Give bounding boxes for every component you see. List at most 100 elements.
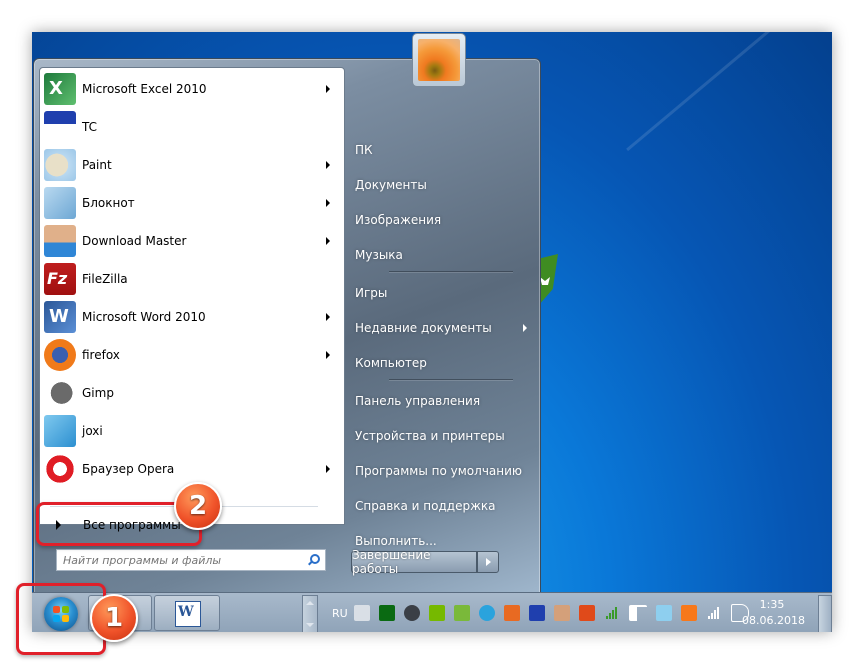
system-tray: RU bbox=[332, 593, 758, 632]
network-icon[interactable] bbox=[706, 605, 722, 621]
places-item-label: ПК bbox=[355, 143, 373, 157]
gimp-icon bbox=[44, 377, 76, 409]
joxi-tray-icon[interactable] bbox=[655, 605, 672, 621]
places-item-label: Игры bbox=[355, 286, 388, 300]
excel-icon: X bbox=[44, 73, 76, 105]
signal-bars-icon[interactable] bbox=[604, 605, 620, 621]
places-item[interactable]: Документы bbox=[355, 173, 531, 197]
places-item-label: Устройства и принтеры bbox=[355, 429, 505, 443]
program-item[interactable]: firefox bbox=[40, 336, 344, 374]
places-item[interactable]: Недавние документы bbox=[355, 316, 531, 340]
places-item[interactable]: Устройства и принтеры bbox=[355, 424, 531, 448]
green-grid-icon[interactable] bbox=[378, 605, 395, 621]
places-item[interactable]: Изображения bbox=[355, 208, 531, 232]
submenu-arrow-icon[interactable] bbox=[326, 351, 330, 359]
program-label: Paint bbox=[82, 158, 112, 172]
shield-check-icon[interactable] bbox=[453, 605, 470, 621]
avast-icon[interactable] bbox=[680, 605, 697, 621]
download-master-icon[interactable] bbox=[553, 605, 570, 621]
program-label: TC bbox=[82, 120, 98, 134]
program-item[interactable]: Блокнот bbox=[40, 184, 344, 222]
places-item-label: Панель управления bbox=[355, 394, 481, 408]
program-label: Microsoft Excel 2010 bbox=[82, 82, 207, 96]
program-label: Браузер Opera bbox=[82, 462, 175, 476]
program-item[interactable]: X Microsoft Excel 2010 bbox=[40, 70, 344, 108]
program-item[interactable]: Download Master bbox=[40, 222, 344, 260]
search-input[interactable] bbox=[57, 552, 307, 568]
program-item[interactable]: joxi bbox=[40, 412, 344, 450]
action-center-flag-icon[interactable] bbox=[628, 605, 647, 621]
show-desktop-button[interactable] bbox=[818, 595, 832, 632]
scroll-up-icon[interactable] bbox=[306, 601, 314, 605]
places-item[interactable]: Компьютер bbox=[355, 351, 531, 375]
places-panel: ПК Документы Изображения Музыка Игры Недавние… bbox=[349, 59, 539, 593]
joxi-icon bbox=[44, 415, 76, 447]
program-item[interactable]: Paint bbox=[40, 146, 344, 184]
program-label: Microsoft Word 2010 bbox=[82, 310, 206, 324]
wallpaper-swoosh bbox=[626, 32, 832, 152]
places-item-label: Компьютер bbox=[355, 356, 427, 370]
clock-date: 08.06.2018 bbox=[742, 614, 805, 627]
search-icon[interactable] bbox=[307, 554, 320, 566]
places-item-label: Изображения bbox=[355, 213, 442, 227]
program-item[interactable]: W Microsoft Word 2010 bbox=[40, 298, 344, 336]
program-label: Блокнот bbox=[82, 196, 135, 210]
program-item[interactable]: Fz FileZilla bbox=[40, 260, 344, 298]
taskbar-button-word[interactable]: W bbox=[154, 595, 220, 631]
places-item[interactable]: Панель управления bbox=[355, 389, 531, 413]
places-item-label: Документы bbox=[355, 178, 427, 192]
step-badge-2: 2 bbox=[174, 482, 222, 530]
scroll-down-icon[interactable] bbox=[306, 623, 314, 627]
submenu-arrow-icon[interactable] bbox=[326, 237, 330, 245]
places-separator bbox=[389, 379, 513, 380]
submenu-arrow-icon[interactable] bbox=[326, 161, 330, 169]
submenu-arrow-icon[interactable] bbox=[326, 199, 330, 207]
program-label: firefox bbox=[82, 348, 120, 362]
floppy-icon[interactable] bbox=[528, 605, 545, 621]
java-icon[interactable] bbox=[503, 605, 520, 621]
opera-icon bbox=[44, 453, 76, 485]
program-label: Download Master bbox=[82, 234, 187, 248]
taskbar-scroll[interactable] bbox=[302, 595, 318, 632]
places-item[interactable]: Справка и поддержка bbox=[355, 494, 531, 518]
filezilla-icon: Fz bbox=[44, 263, 76, 295]
step-badge-1: 1 bbox=[90, 594, 138, 642]
word-icon: W bbox=[175, 601, 201, 627]
keyboard-icon[interactable] bbox=[353, 605, 370, 621]
places-item[interactable]: Игры bbox=[355, 281, 531, 305]
nvidia-icon[interactable] bbox=[428, 605, 445, 621]
places-item-label: Недавние документы bbox=[355, 321, 492, 335]
places-item-label: Выполнить... bbox=[355, 534, 437, 548]
shutdown-button[interactable]: Завершение работы bbox=[351, 548, 477, 576]
places-item[interactable]: Музыка bbox=[355, 243, 531, 267]
flower-photo bbox=[418, 39, 460, 81]
word-icon: W bbox=[44, 301, 76, 333]
places-item[interactable]: Программы по умолчанию bbox=[355, 459, 531, 483]
clock[interactable]: 1:35 08.06.2018 bbox=[742, 597, 805, 629]
language-indicator[interactable]: RU bbox=[332, 607, 348, 620]
program-item[interactable]: TC bbox=[40, 108, 344, 146]
clock-time: 1:35 bbox=[759, 598, 785, 611]
shutdown-options-button[interactable] bbox=[477, 551, 499, 573]
network-share-icon[interactable] bbox=[578, 605, 595, 621]
places-item[interactable]: ПК bbox=[355, 138, 531, 162]
search-box[interactable] bbox=[56, 549, 326, 571]
program-label: Gimp bbox=[82, 386, 114, 400]
download-master-icon bbox=[44, 225, 76, 257]
submenu-arrow-icon[interactable] bbox=[326, 465, 330, 473]
program-label: FileZilla bbox=[82, 272, 128, 286]
telegram-icon[interactable] bbox=[478, 605, 495, 621]
notepad-icon bbox=[44, 187, 76, 219]
submenu-arrow-icon[interactable] bbox=[326, 313, 330, 321]
submenu-arrow-icon[interactable] bbox=[326, 85, 330, 93]
program-label: joxi bbox=[82, 424, 103, 438]
obs-icon[interactable] bbox=[403, 605, 420, 621]
places-item-label: Музыка bbox=[355, 248, 403, 262]
places-separator bbox=[389, 271, 513, 272]
programs-panel: X Microsoft Excel 2010 TC Paint Блокнот Downl… bbox=[39, 67, 345, 532]
taskbar: W RU 1:35 08.06.2018 bbox=[32, 592, 832, 632]
submenu-arrow-icon[interactable] bbox=[523, 324, 527, 332]
total-commander-icon bbox=[44, 111, 76, 143]
program-item[interactable]: Gimp bbox=[40, 374, 344, 412]
user-avatar[interactable] bbox=[412, 33, 466, 87]
